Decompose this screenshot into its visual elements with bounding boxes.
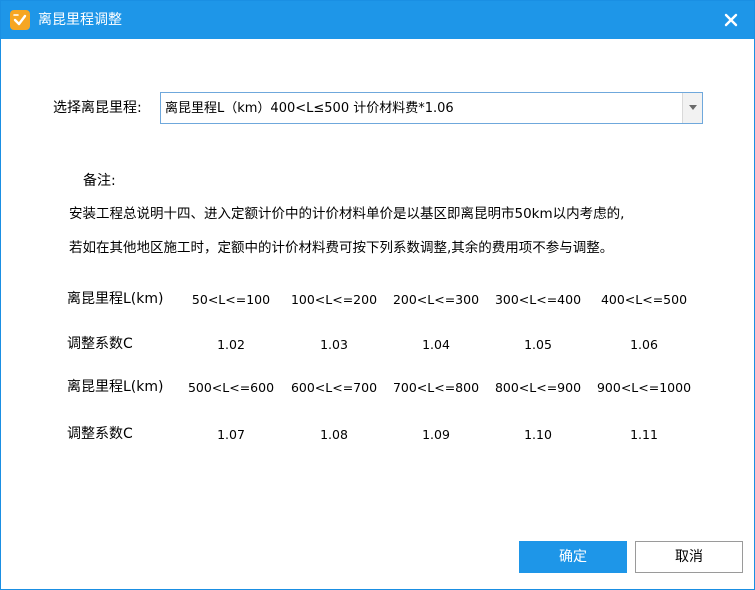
note-title: 备注: xyxy=(83,173,116,189)
range-row-label: 离昆里程L(km) xyxy=(67,379,164,395)
close-icon[interactable] xyxy=(720,9,742,31)
note-line: 安装工程总说明十四、进入定额计价中的计价材料单价是以基区即离昆明市50km以内考… xyxy=(69,206,625,222)
ok-button[interactable]: 确定 xyxy=(519,541,627,573)
coef-cell: 1.02 xyxy=(217,337,245,352)
cancel-button[interactable]: 取消 xyxy=(635,541,743,573)
coef-cell: 1.04 xyxy=(422,337,450,352)
coef-row-label: 调整系数C xyxy=(67,426,133,442)
coef-cell: 1.07 xyxy=(217,427,245,442)
coef-cell: 1.03 xyxy=(320,337,348,352)
title-bar[interactable]: 离昆里程调整 xyxy=(1,1,754,39)
mileage-select[interactable]: 离昆里程L（km）400<L≤500 计价材料费*1.06 xyxy=(160,92,703,124)
coef-cell: 1.08 xyxy=(320,427,348,442)
range-cell: 800<L<=900 xyxy=(494,380,582,395)
dropdown-button[interactable] xyxy=(682,93,702,123)
chevron-down-icon xyxy=(689,105,697,110)
range-cell: 200<L<=300 xyxy=(392,292,480,307)
coef-cell: 1.10 xyxy=(524,427,552,442)
coef-row-label: 调整系数C xyxy=(67,336,133,352)
coef-cell: 1.11 xyxy=(630,427,658,442)
note-line: 若如在其他地区施工时，定额中的计价材料费可按下列系数调整,其余的费用项不参与调整… xyxy=(69,240,614,256)
range-cell: 900<L<=1000 xyxy=(596,380,692,395)
range-cell: 500<L<=600 xyxy=(187,380,275,395)
coef-cell: 1.09 xyxy=(422,427,450,442)
mileage-select-label: 选择离昆里程: xyxy=(53,100,142,116)
coef-cell: 1.06 xyxy=(630,337,658,352)
range-cell: 100<L<=200 xyxy=(290,292,378,307)
app-logo-icon xyxy=(10,10,30,30)
range-cell: 50<L<=100 xyxy=(191,292,271,307)
range-cell: 300<L<=400 xyxy=(494,292,582,307)
range-row-label: 离昆里程L(km) xyxy=(67,291,164,307)
mileage-select-value: 离昆里程L（km）400<L≤500 计价材料费*1.06 xyxy=(165,101,454,116)
range-cell: 700<L<=800 xyxy=(392,380,480,395)
range-cell: 400<L<=500 xyxy=(600,292,688,307)
window-title: 离昆里程调整 xyxy=(38,12,122,28)
mileage-adjust-dialog: 离昆里程调整 选择离昆里程: 离昆里程L（km）400<L≤500 计价材料费*… xyxy=(0,0,755,590)
coef-cell: 1.05 xyxy=(524,337,552,352)
range-cell: 600<L<=700 xyxy=(290,380,378,395)
